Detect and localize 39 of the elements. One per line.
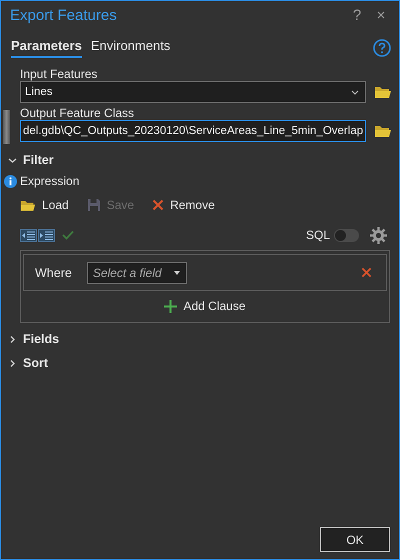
section-header[interactable]: Fields [23, 332, 60, 346]
parameter-label: Input Features [20, 67, 98, 81]
settings-icon[interactable] [370, 226, 387, 244]
folder-icon[interactable] [374, 85, 392, 99]
chevron-right-icon[interactable] [8, 336, 17, 342]
dropdown-field[interactable]: Lines [20, 81, 366, 103]
focus-marker [3, 110, 10, 144]
field-dropdown[interactable]: Select a field [86, 262, 187, 284]
outdent-icon[interactable] [20, 228, 37, 242]
info-icon [4, 174, 17, 188]
sql-toggle[interactable] [334, 228, 359, 242]
expression-label: Expression [20, 174, 80, 188]
checkmark-icon[interactable] [62, 230, 74, 240]
chevron-down-icon[interactable] [8, 156, 17, 164]
parameter-label: Output Feature Class [20, 106, 136, 120]
caret-icon [174, 270, 180, 274]
sql-label: SQL [306, 228, 330, 242]
ok-button[interactable]: OK [320, 527, 390, 552]
delete-icon[interactable] [361, 267, 372, 278]
tab[interactable]: Environments [90, 38, 170, 58]
help-button[interactable]: ? [345, 6, 369, 24]
remove-button[interactable]: Remove [152, 198, 215, 212]
where-label: Where [35, 266, 72, 280]
chevron-down-icon [351, 90, 359, 94]
indent-icon[interactable] [38, 228, 55, 242]
folder-icon[interactable] [374, 124, 392, 138]
close-button[interactable]: × [369, 6, 393, 24]
load-button[interactable]: Load [20, 198, 69, 212]
plus-icon [164, 300, 178, 312]
section-header[interactable]: Sort [23, 356, 48, 370]
window-title: Export Features [10, 6, 118, 24]
section-header[interactable]: Filter [23, 153, 54, 167]
input-field[interactable]: del.gdb\QC_Outputs_20230120\ServiceAreas_Line_5min_Overlap [20, 120, 366, 142]
add-clause-button[interactable]: Add Clause [161, 296, 249, 316]
folder-icon [20, 198, 36, 212]
x-icon [152, 199, 164, 211]
chevron-right-icon[interactable] [8, 360, 17, 366]
help-icon[interactable] [373, 39, 391, 57]
tab[interactable]: Parameters [11, 38, 82, 58]
